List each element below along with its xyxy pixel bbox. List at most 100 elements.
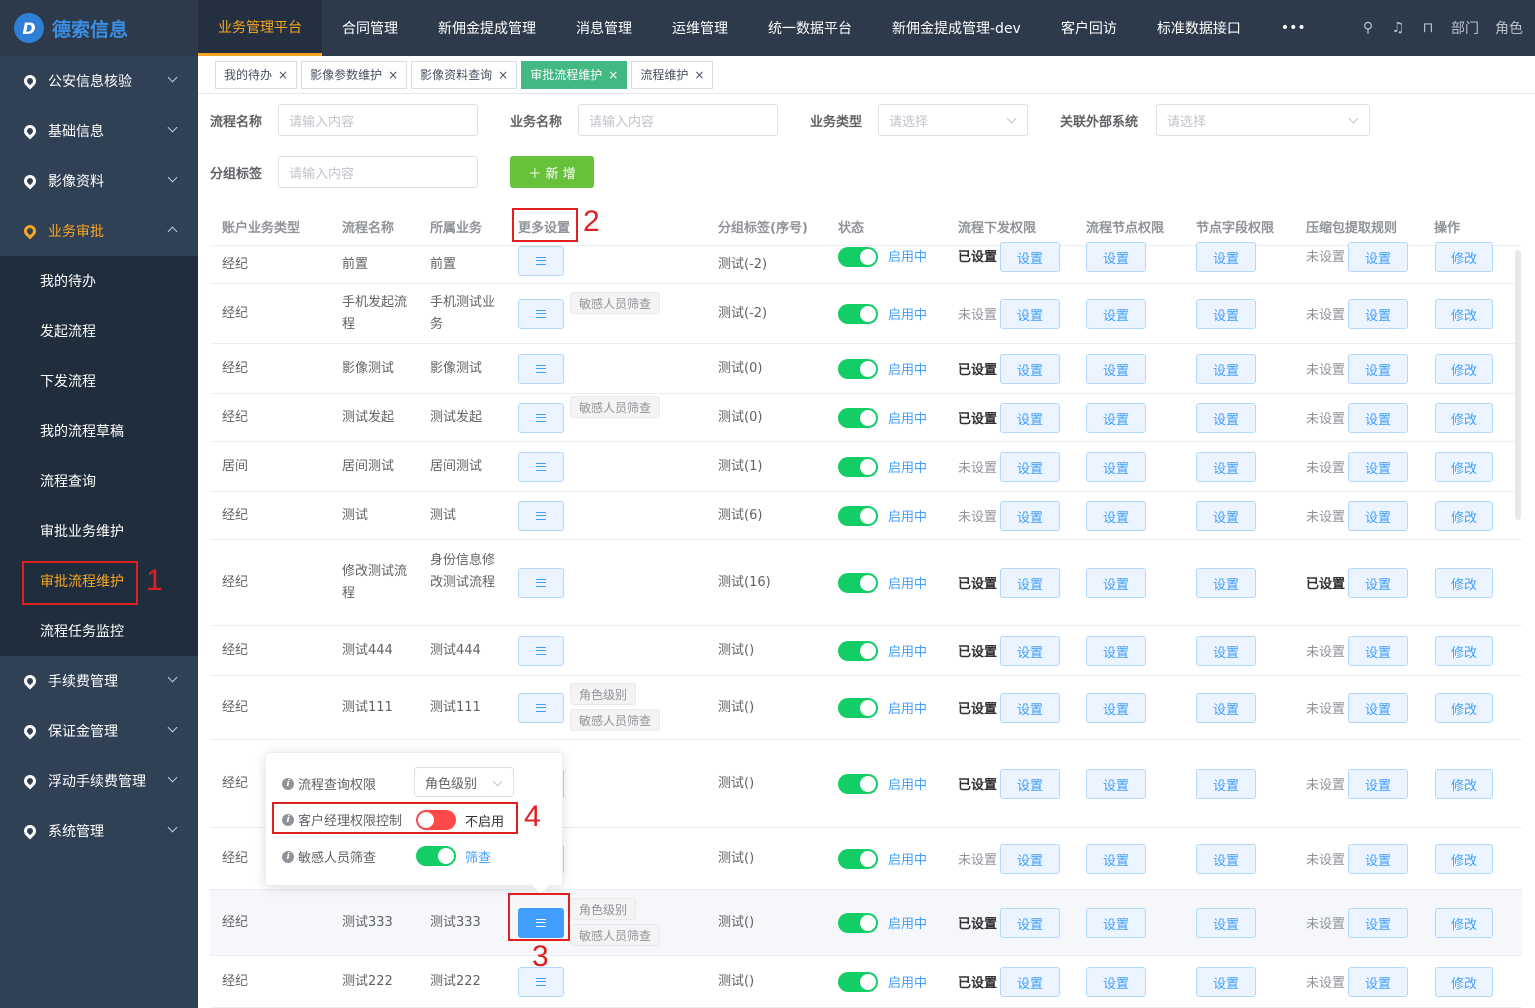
edit-button[interactable]: 修改	[1435, 354, 1493, 384]
sidebar-group-image[interactable]: 影像资料	[0, 156, 198, 206]
node-perm-set-button[interactable]: 设置	[1086, 769, 1146, 799]
dispatch-perm-set-button[interactable]: 设置	[1000, 242, 1060, 272]
more-settings-button[interactable]	[518, 246, 564, 276]
zip-rule-set-button[interactable]: 设置	[1348, 844, 1408, 874]
edit-button[interactable]: 修改	[1435, 636, 1493, 666]
status-switch[interactable]	[838, 408, 878, 428]
node-perm-set-button[interactable]: 设置	[1086, 501, 1146, 531]
sidebar-item-dispatch-flow[interactable]: 下发流程	[0, 356, 198, 406]
field-perm-set-button[interactable]: 设置	[1196, 693, 1256, 723]
more-settings-button[interactable]	[518, 568, 564, 598]
sidebar-item-drafts[interactable]: 我的流程草稿	[0, 406, 198, 456]
node-perm-set-button[interactable]: 设置	[1086, 403, 1146, 433]
sensitive-switch[interactable]	[416, 846, 456, 866]
role-menu[interactable]: 角色	[1495, 18, 1523, 38]
topnav-item-std-api[interactable]: 标准数据接口	[1137, 0, 1261, 56]
topnav-item-ops[interactable]: 运维管理	[652, 0, 748, 56]
field-perm-set-button[interactable]: 设置	[1196, 636, 1256, 666]
dispatch-perm-set-button[interactable]: 设置	[1000, 403, 1060, 433]
edit-button[interactable]: 修改	[1435, 769, 1493, 799]
more-settings-button[interactable]	[518, 403, 564, 433]
status-switch[interactable]	[838, 849, 878, 869]
edit-button[interactable]: 修改	[1435, 908, 1493, 938]
tab-image-params[interactable]: 影像参数维护 ×	[301, 60, 408, 89]
status-switch[interactable]	[838, 972, 878, 992]
topnav-item-message[interactable]: 消息管理	[556, 0, 652, 56]
zip-rule-set-button[interactable]: 设置	[1348, 967, 1408, 997]
node-perm-set-button[interactable]: 设置	[1086, 452, 1146, 482]
sidebar-item-flow-query[interactable]: 流程查询	[0, 456, 198, 506]
node-perm-set-button[interactable]: 设置	[1086, 636, 1146, 666]
status-switch[interactable]	[838, 359, 878, 379]
lock-icon[interactable]: ⊓	[1421, 21, 1435, 35]
close-icon[interactable]: ×	[608, 68, 618, 82]
scrollbar[interactable]	[1515, 250, 1521, 520]
node-perm-set-button[interactable]: 设置	[1086, 299, 1146, 329]
zip-rule-set-button[interactable]: 设置	[1348, 242, 1408, 272]
zip-rule-set-button[interactable]: 设置	[1348, 908, 1408, 938]
dispatch-perm-set-button[interactable]: 设置	[1000, 568, 1060, 598]
zip-rule-set-button[interactable]: 设置	[1348, 354, 1408, 384]
status-switch[interactable]	[838, 774, 878, 794]
field-perm-set-button[interactable]: 设置	[1196, 354, 1256, 384]
edit-button[interactable]: 修改	[1435, 501, 1493, 531]
sidebar-group-fee[interactable]: 手续费管理	[0, 656, 198, 706]
more-settings-button[interactable]	[518, 501, 564, 531]
group-tag-input[interactable]: 请输入内容	[278, 156, 478, 188]
status-switch[interactable]	[838, 506, 878, 526]
sidebar-item-start-flow[interactable]: 发起流程	[0, 306, 198, 356]
field-perm-set-button[interactable]: 设置	[1196, 501, 1256, 531]
more-settings-button[interactable]	[518, 636, 564, 666]
ext-sys-select[interactable]: 请选择	[1156, 104, 1370, 136]
edit-button[interactable]: 修改	[1435, 844, 1493, 874]
edit-button[interactable]: 修改	[1435, 403, 1493, 433]
sidebar-group-police[interactable]: 公安信息核验	[0, 56, 198, 106]
zip-rule-set-button[interactable]: 设置	[1348, 769, 1408, 799]
status-switch[interactable]	[838, 247, 878, 267]
tab-todo[interactable]: 我的待办 ×	[215, 60, 298, 89]
edit-button[interactable]: 修改	[1435, 693, 1493, 723]
zip-rule-set-button[interactable]: 设置	[1348, 693, 1408, 723]
field-perm-set-button[interactable]: 设置	[1196, 967, 1256, 997]
sidebar-group-float-fee[interactable]: 浮动手续费管理	[0, 756, 198, 806]
dispatch-perm-set-button[interactable]: 设置	[1000, 636, 1060, 666]
dispatch-perm-set-button[interactable]: 设置	[1000, 967, 1060, 997]
edit-button[interactable]: 修改	[1435, 568, 1493, 598]
edit-button[interactable]: 修改	[1435, 452, 1493, 482]
dispatch-perm-set-button[interactable]: 设置	[1000, 354, 1060, 384]
zip-rule-set-button[interactable]: 设置	[1348, 636, 1408, 666]
node-perm-set-button[interactable]: 设置	[1086, 908, 1146, 938]
query-perm-select[interactable]: 角色级别	[414, 767, 514, 797]
topnav-item-biz-platform[interactable]: 业务管理平台	[198, 0, 322, 56]
field-perm-set-button[interactable]: 设置	[1196, 242, 1256, 272]
status-switch[interactable]	[838, 913, 878, 933]
node-perm-set-button[interactable]: 设置	[1086, 844, 1146, 874]
bell-icon[interactable]: ♫	[1391, 21, 1405, 35]
topnav-item-contract[interactable]: 合同管理	[322, 0, 418, 56]
sidebar-group-system[interactable]: 系统管理	[0, 806, 198, 856]
biz-name-input[interactable]: 请输入内容	[578, 104, 778, 136]
more-settings-button[interactable]	[518, 693, 564, 723]
dispatch-perm-set-button[interactable]: 设置	[1000, 299, 1060, 329]
dept-menu[interactable]: 部门	[1451, 18, 1479, 38]
dispatch-perm-set-button[interactable]: 设置	[1000, 501, 1060, 531]
close-icon[interactable]: ×	[694, 68, 704, 82]
status-switch[interactable]	[838, 573, 878, 593]
zip-rule-set-button[interactable]: 设置	[1348, 299, 1408, 329]
zip-rule-set-button[interactable]: 设置	[1348, 403, 1408, 433]
field-perm-set-button[interactable]: 设置	[1196, 452, 1256, 482]
topnav-more[interactable]: •••	[1261, 0, 1326, 56]
dispatch-perm-set-button[interactable]: 设置	[1000, 769, 1060, 799]
topnav-item-data-platform[interactable]: 统一数据平台	[748, 0, 872, 56]
close-icon[interactable]: ×	[278, 68, 288, 82]
dispatch-perm-set-button[interactable]: 设置	[1000, 908, 1060, 938]
sidebar-group-basic[interactable]: 基础信息	[0, 106, 198, 156]
status-switch[interactable]	[838, 457, 878, 477]
tab-approval-flow[interactable]: 审批流程维护 ×	[521, 60, 628, 89]
dispatch-perm-set-button[interactable]: 设置	[1000, 844, 1060, 874]
node-perm-set-button[interactable]: 设置	[1086, 242, 1146, 272]
close-icon[interactable]: ×	[388, 68, 398, 82]
zip-rule-set-button[interactable]: 设置	[1348, 568, 1408, 598]
node-perm-set-button[interactable]: 设置	[1086, 354, 1146, 384]
dispatch-perm-set-button[interactable]: 设置	[1000, 452, 1060, 482]
